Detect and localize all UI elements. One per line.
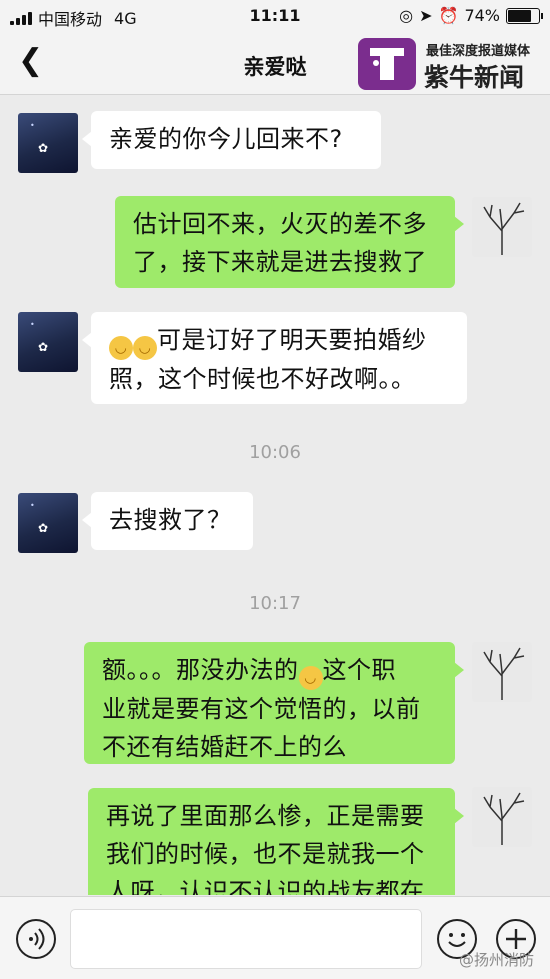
battery-icon <box>506 7 543 24</box>
contact-avatar[interactable]: • ✿ <box>18 113 78 173</box>
smile-emoji-icon: ◡ <box>109 336 133 360</box>
timestamp: 10:17 <box>249 593 301 614</box>
orientation-lock-icon: ◎ <box>399 6 414 25</box>
my-avatar[interactable] <box>472 787 532 847</box>
smile-emoji-icon: ◡ <box>133 336 157 360</box>
message-bubble[interactable]: 再说了里面那么惨，正是需要 我们的时候，也不是就我一个 人呀，认识不认识的战友都… <box>88 788 464 895</box>
message-bubble[interactable]: 额。。。那没办法的 ◡ 这个职 业就是要有这个觉悟的，以前 不还有结婚赶不上的么 <box>84 642 464 764</box>
voice-icon[interactable] <box>16 919 56 959</box>
message-list[interactable]: • ✿ 亲爱的你今儿回来不? 估计回不来，火灭的差不多 了，接下来就是进去搜救了 … <box>0 95 550 895</box>
battery-percent: 74% <box>464 6 500 25</box>
brand-logo: 最佳深度报道媒体 紫牛新闻 <box>358 38 544 92</box>
smile-emoji-icon: ◡ <box>298 666 323 690</box>
brand-tagline: 最佳深度报道媒体 <box>426 44 531 59</box>
watermark: @扬州消防 <box>458 951 534 969</box>
status-bar: 中国移动 4G 11:11 ◎ ➤ ⏰ 74% <box>0 0 550 32</box>
location-icon: ➤ <box>419 6 433 25</box>
brand-name: 紫牛新闻 <box>424 63 525 92</box>
chat-header: ❮ 亲爱哒 最佳深度报道媒体 紫牛新闻 <box>0 32 550 95</box>
my-avatar[interactable] <box>472 197 532 257</box>
contact-avatar[interactable]: • ✿ <box>18 312 78 372</box>
input-bar: @扬州消防 <box>0 896 550 979</box>
message-input[interactable] <box>70 909 422 969</box>
timestamp: 10:06 <box>249 442 301 463</box>
contact-avatar[interactable]: • ✿ <box>18 493 78 553</box>
alarm-icon: ⏰ <box>438 6 459 25</box>
message-bubble[interactable]: ◡ ◡ 可是订好了明天要拍婚纱 照，这个时候也不好改啊。。 <box>82 312 467 404</box>
message-bubble[interactable]: 估计回不来，火灭的差不多 了，接下来就是进去搜救了 <box>115 196 464 288</box>
my-avatar[interactable] <box>472 642 532 702</box>
message-bubble[interactable]: 亲爱的你今儿回来不? <box>82 111 381 169</box>
zi-niu-logo-icon <box>358 38 416 90</box>
message-bubble[interactable]: 去搜救了？ <box>82 492 253 550</box>
